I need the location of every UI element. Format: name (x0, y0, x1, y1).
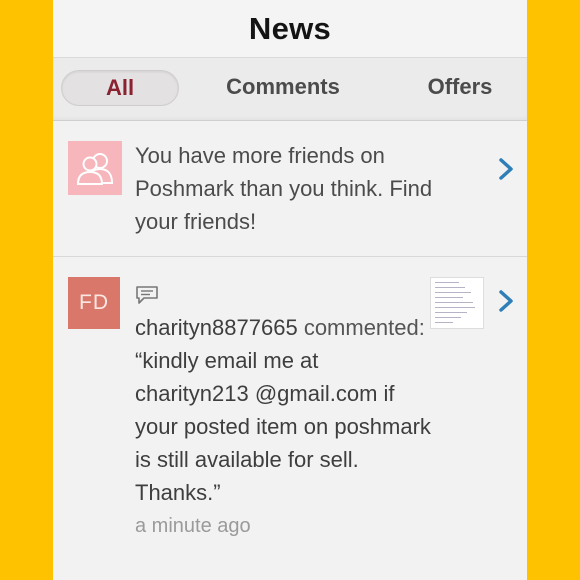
comment-message: “kindly email me at charityn213 @gmail.c… (135, 348, 431, 505)
notification-find-friends[interactable]: You have more friends on Poshmark than y… (53, 121, 527, 257)
notification-comment[interactable]: FD charityn8877665 commented: “kindly em… (53, 257, 527, 580)
timestamp: a minute ago (135, 515, 251, 537)
comment-action: commented: (303, 315, 425, 340)
comment-bubble-icon (136, 286, 158, 304)
comment-body: charityn8877665 commented: “kindly email… (135, 311, 435, 543)
page-title: News (248, 10, 332, 46)
tab-offers[interactable]: Offers (408, 70, 512, 104)
tab-comments[interactable]: Comments (213, 70, 353, 104)
avatar[interactable]: FD (68, 277, 120, 329)
tab-all[interactable]: All (61, 70, 179, 106)
friends-icon (68, 141, 122, 195)
chevron-right-icon[interactable] (497, 157, 515, 181)
chevron-right-icon[interactable] (497, 289, 515, 313)
username-link[interactable]: charityn8877665 (135, 315, 298, 340)
news-screen: News All Comments Offers You have more f… (53, 0, 527, 580)
notification-text: You have more friends on Poshmark than y… (135, 143, 433, 234)
tab-bar: All Comments Offers (53, 58, 527, 121)
listing-thumbnail[interactable] (430, 277, 484, 329)
header: News (53, 0, 527, 58)
